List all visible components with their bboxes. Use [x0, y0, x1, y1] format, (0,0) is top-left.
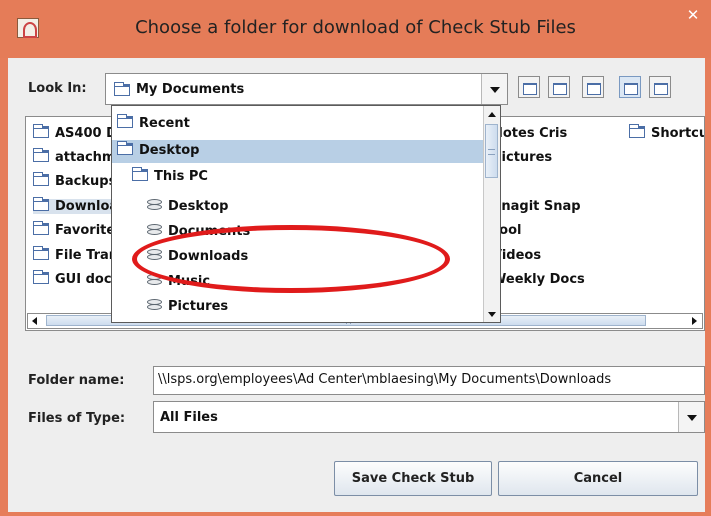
chevron-down-icon[interactable]: [481, 74, 507, 104]
scroll-up-icon[interactable]: [484, 106, 500, 122]
folder-name-field[interactable]: \\lsps.org\employees\Ad Center\mblaesing…: [153, 366, 705, 395]
dropdown-item-pictures[interactable]: Pictures: [147, 299, 228, 314]
files-of-type-label: Files of Type:: [28, 411, 126, 426]
folder-icon: [114, 82, 130, 96]
scroll-right-icon[interactable]: [686, 314, 702, 328]
drive-icon: [147, 199, 162, 211]
list-item[interactable]: Shortcuts: [629, 124, 704, 141]
list-item[interactable]: Favorites: [33, 221, 123, 238]
chevron-down-icon[interactable]: [678, 402, 704, 432]
save-button[interactable]: Save Check Stub: [334, 461, 492, 496]
folder-icon: [33, 246, 49, 260]
list-item[interactable]: Backups: [33, 172, 116, 189]
dialog-window: Choose a folder for download of Check St…: [0, 0, 711, 516]
scroll-down-icon[interactable]: [484, 306, 500, 322]
folder-icon: [629, 124, 645, 138]
home-button[interactable]: [548, 76, 570, 98]
close-button[interactable]: ✕: [678, 4, 708, 26]
title-bar[interactable]: Choose a folder for download of Check St…: [0, 0, 711, 58]
scrollbar-thumb[interactable]: [485, 124, 498, 178]
folder-icon: [33, 172, 49, 186]
cancel-button[interactable]: Cancel: [498, 461, 698, 496]
folder-icon: [33, 270, 49, 284]
dropdown-item-desktop[interactable]: Desktop: [117, 141, 199, 158]
dropdown-scrollbar[interactable]: [483, 106, 500, 322]
dialog-body: Look In: My Documents AS400 Documents at…: [8, 58, 705, 512]
up-one-level-button[interactable]: [518, 76, 540, 98]
dropdown-item-pc-desktop[interactable]: Desktop: [147, 199, 228, 214]
look-in-label: Look In:: [28, 81, 87, 96]
drive-icon: [147, 299, 162, 311]
new-folder-button[interactable]: [582, 76, 604, 98]
folder-name-label: Folder name:: [28, 373, 125, 388]
details-view-button[interactable]: [649, 76, 671, 98]
files-of-type-value: All Files: [160, 410, 218, 425]
folder-icon: [132, 167, 148, 181]
folder-icon: [33, 197, 49, 211]
annotation-ellipse: [132, 225, 450, 293]
dialog-title: Choose a folder for download of Check St…: [135, 17, 576, 38]
folder-icon: [117, 141, 133, 155]
folder-icon: [33, 124, 49, 138]
files-of-type-combo[interactable]: All Files: [153, 401, 705, 433]
folder-icon: [117, 114, 133, 128]
drive-icon: [147, 224, 162, 236]
scroll-left-icon[interactable]: [28, 314, 44, 328]
look-in-combo[interactable]: My Documents: [105, 73, 508, 105]
folder-icon: [33, 221, 49, 235]
dropdown-item-this-pc[interactable]: This PC: [132, 167, 208, 184]
look-in-value: My Documents: [136, 82, 245, 97]
dropdown-item-recent[interactable]: Recent: [117, 114, 190, 131]
list-view-button[interactable]: [619, 76, 641, 98]
folder-icon: [33, 148, 49, 162]
